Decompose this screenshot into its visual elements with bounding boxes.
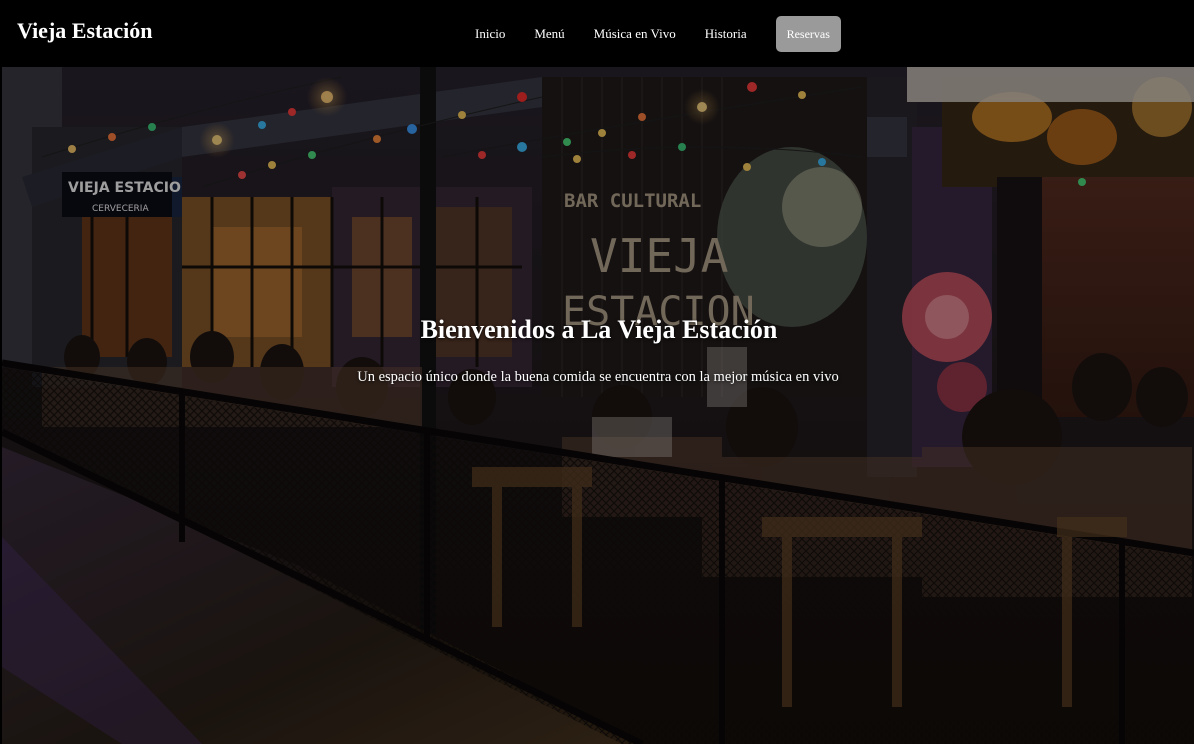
hero-content: Bienvenidos a La Vieja Estación Un espac… [2,315,1194,386]
nav-link-historia[interactable]: Historia [705,26,747,42]
brand-logo[interactable]: Vieja Estación [17,18,152,44]
nav-link-inicio[interactable]: Inicio [475,26,505,42]
page: Vieja Estación Inicio Menú Música en Viv… [0,0,1194,744]
reservas-button[interactable]: Reservas [775,16,841,52]
hero-section: BAR CULTURAL VIEJA ESTACION VIEJA ESTACI… [2,67,1194,744]
nav-link-menu[interactable]: Menú [534,26,564,42]
hero-subtitle: Un espacio único donde la buena comida s… [357,369,839,385]
main-nav: Inicio Menú Música en Vivo Historia Rese… [475,16,841,52]
hero-title: Bienvenidos a La Vieja Estación [420,315,778,344]
hero-overlay [2,67,1194,744]
nav-link-musica[interactable]: Música en Vivo [594,26,676,42]
navbar: Vieja Estación Inicio Menú Música en Viv… [0,0,1194,67]
